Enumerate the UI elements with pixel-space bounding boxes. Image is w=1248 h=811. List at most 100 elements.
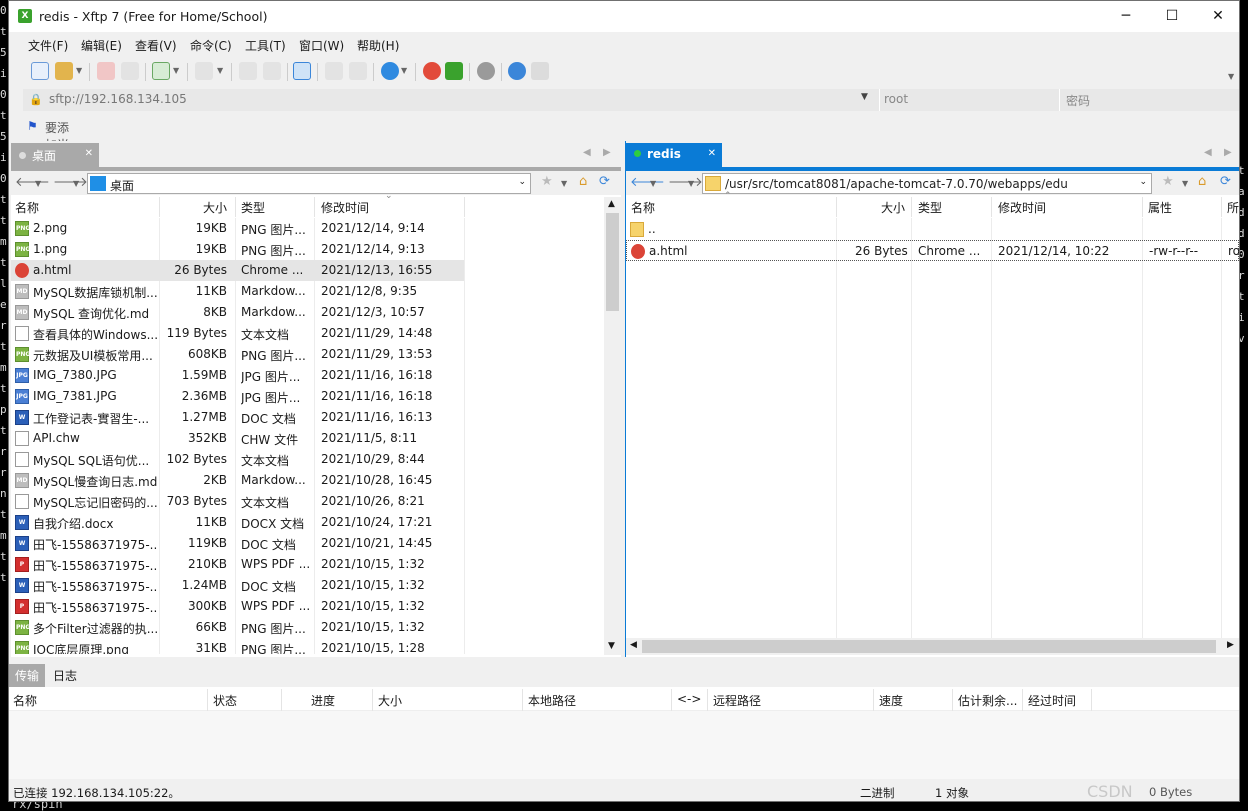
forward-icon[interactable]: 🡒 xyxy=(668,174,703,190)
home-folder-icon[interactable]: ⌂ xyxy=(1198,174,1206,189)
star-icon[interactable]: ★ xyxy=(1162,174,1174,189)
new-folder-icon[interactable] xyxy=(152,62,170,80)
address-bar[interactable]: 🔒 sftp://192.168.134.105 ▼ root 密码 xyxy=(23,89,1239,111)
local-path-combo[interactable]: 桌面 ⌄ xyxy=(87,173,531,194)
column-separator[interactable] xyxy=(522,689,523,711)
xshell-icon[interactable] xyxy=(423,62,441,80)
column-separator[interactable] xyxy=(1022,689,1023,711)
sync-icon[interactable] xyxy=(293,62,311,80)
column-separator[interactable] xyxy=(952,689,953,711)
scroll-down-icon[interactable]: ▼ xyxy=(608,641,615,651)
parent-folder-row[interactable]: .. xyxy=(626,219,1239,240)
column-separator[interactable] xyxy=(707,689,708,711)
paste-icon[interactable] xyxy=(349,62,367,80)
table-row[interactable]: PNG IOC底层原理.png 31KB PNG 图片... 2021/10/15, 1… xyxy=(11,638,604,654)
column-separator[interactable] xyxy=(911,197,912,217)
column-direction[interactable]: <-> xyxy=(677,692,701,706)
chevron-down-icon[interactable]: ▼ xyxy=(1182,179,1188,188)
column-separator[interactable] xyxy=(372,689,373,711)
chevron-left-icon[interactable]: ◀ xyxy=(1204,147,1212,158)
new-session-icon[interactable] xyxy=(31,62,49,80)
column-name[interactable]: 名称 xyxy=(15,199,39,216)
download-icon[interactable] xyxy=(263,62,281,80)
gear-icon[interactable] xyxy=(477,62,495,80)
tab-local-desktop[interactable]: 桌面 ✕ xyxy=(11,143,99,167)
column-size[interactable]: 大小 xyxy=(378,692,402,709)
table-row[interactable]: W 自我介绍.docx 11KB DOCX 文档 2021/10/24, 17:21 xyxy=(11,512,604,533)
xftp-icon[interactable] xyxy=(445,62,463,80)
reconnect-icon[interactable] xyxy=(121,62,139,80)
table-row[interactable]: PNG 2.png 19KB PNG 图片... 2021/12/14, 9:14 xyxy=(11,218,604,239)
table-row[interactable]: JPG IMG_7381.JPG 2.36MB JPG 图片... 2021/11/16… xyxy=(11,386,604,407)
star-icon[interactable]: ★ xyxy=(541,174,553,189)
back-icon[interactable]: 🡐 xyxy=(15,174,50,190)
chevron-down-icon[interactable]: ▼ xyxy=(73,179,79,188)
scroll-left-icon[interactable]: ◀ xyxy=(630,640,637,650)
remote-horizontal-scrollbar[interactable]: ◀ ▶ xyxy=(626,638,1239,655)
scroll-thumb[interactable] xyxy=(606,213,619,311)
chevron-down-icon[interactable]: ⌄ xyxy=(1139,177,1147,187)
table-row[interactable]: a.html 26 Bytes Chrome ... 2021/12/13, 16:5… xyxy=(11,260,464,281)
disconnect-icon[interactable] xyxy=(97,62,115,80)
table-row[interactable]: 查看具体的Windows... 119 Bytes 文本文档 2021/11/29, … xyxy=(11,323,604,344)
menu-command[interactable]: 命令(C) xyxy=(190,37,232,54)
table-row[interactable]: P 田飞-15586371975-... 300KB WPS PDF ... 2021/… xyxy=(11,596,604,617)
menu-view[interactable]: 查看(V) xyxy=(135,37,177,54)
help-icon[interactable] xyxy=(508,62,526,80)
table-row[interactable]: a.html 26 Bytes Chrome ... 2021/12/14, 1… xyxy=(626,240,1239,261)
globe-icon[interactable] xyxy=(381,62,399,80)
chevron-down-icon[interactable]: ▼ xyxy=(35,179,41,188)
close-icon[interactable]: ✕ xyxy=(708,148,716,159)
column-separator[interactable] xyxy=(281,689,282,711)
open-folder-icon[interactable] xyxy=(55,62,73,80)
table-row[interactable]: W 田飞-15586371975-... 1.24MB DOC 文档 2021/10/1… xyxy=(11,575,604,596)
chevron-down-icon[interactable]: ▼ xyxy=(650,179,656,188)
column-separator[interactable] xyxy=(207,689,208,711)
close-icon[interactable]: ✕ xyxy=(85,148,93,159)
maximize-button[interactable]: ☐ xyxy=(1149,1,1195,32)
chevron-left-icon[interactable]: ◀ xyxy=(583,147,591,158)
chevron-down-icon[interactable]: ▼ xyxy=(173,66,179,75)
chevron-down-icon[interactable]: ▼ xyxy=(76,66,82,75)
toolbar-overflow-icon[interactable]: ▼ xyxy=(1228,72,1234,81)
tab-log[interactable]: 日志 xyxy=(47,664,83,687)
column-name[interactable]: 名称 xyxy=(631,199,655,216)
menu-window[interactable]: 窗口(W) xyxy=(299,37,344,54)
tab-transfer[interactable]: 传输 xyxy=(9,664,46,687)
column-size[interactable]: 大小 xyxy=(203,199,227,216)
column-eta[interactable]: 估计剩余... xyxy=(958,692,1017,709)
column-size[interactable]: 大小 xyxy=(881,199,905,216)
copy-icon[interactable] xyxy=(325,62,343,80)
chevron-down-icon[interactable]: ▼ xyxy=(688,179,694,188)
column-owner[interactable]: 所 xyxy=(1227,199,1239,216)
column-elapsed[interactable]: 经过时间 xyxy=(1028,692,1076,709)
column-speed[interactable]: 速度 xyxy=(879,692,903,709)
view-icon[interactable] xyxy=(195,62,213,80)
table-row[interactable]: MD MySQL慢查询日志.md 2KB Markdow... 2021/10/28, … xyxy=(11,470,604,491)
add-session-arrow-icon[interactable]: ⚑ xyxy=(27,119,38,133)
table-row[interactable]: W 工作登记表-實習生-... 1.27MB DOC 文档 2021/11/16, 16… xyxy=(11,407,604,428)
remote-path-combo[interactable]: /usr/src/tomcat8081/apache-tomcat-7.0.70… xyxy=(702,173,1152,194)
chevron-down-icon[interactable]: ▼ xyxy=(401,66,407,75)
scroll-thumb[interactable] xyxy=(642,640,1216,653)
minimize-button[interactable]: ─ xyxy=(1103,1,1149,32)
column-separator[interactable] xyxy=(235,197,236,217)
column-type[interactable]: 类型 xyxy=(241,199,265,216)
chevron-down-icon[interactable]: ▼ xyxy=(861,92,868,102)
back-icon[interactable]: 🡐 xyxy=(630,174,665,190)
column-separator[interactable] xyxy=(159,197,160,217)
menu-file[interactable]: 文件(F) xyxy=(28,37,68,54)
chat-icon[interactable] xyxy=(531,62,549,80)
column-separator[interactable] xyxy=(991,197,992,217)
column-separator[interactable] xyxy=(1142,197,1143,217)
table-row[interactable]: PNG 1.png 19KB PNG 图片... 2021/12/14, 9:13 xyxy=(11,239,604,260)
column-separator[interactable] xyxy=(671,689,672,711)
tab-remote-redis[interactable]: redis ✕ xyxy=(626,143,722,167)
forward-icon[interactable]: 🡒 xyxy=(53,174,88,190)
column-separator[interactable] xyxy=(873,689,874,711)
table-row[interactable]: API.chw 352KB CHW 文件 2021/11/5, 8:11 xyxy=(11,428,604,449)
chevron-right-icon[interactable]: ▶ xyxy=(603,147,611,158)
table-row[interactable]: MD MySQL数据库锁机制... 11KB Markdow... 2021/12/8,… xyxy=(11,281,604,302)
column-status[interactable]: 状态 xyxy=(213,692,237,709)
column-name[interactable]: 名称 xyxy=(13,692,37,709)
